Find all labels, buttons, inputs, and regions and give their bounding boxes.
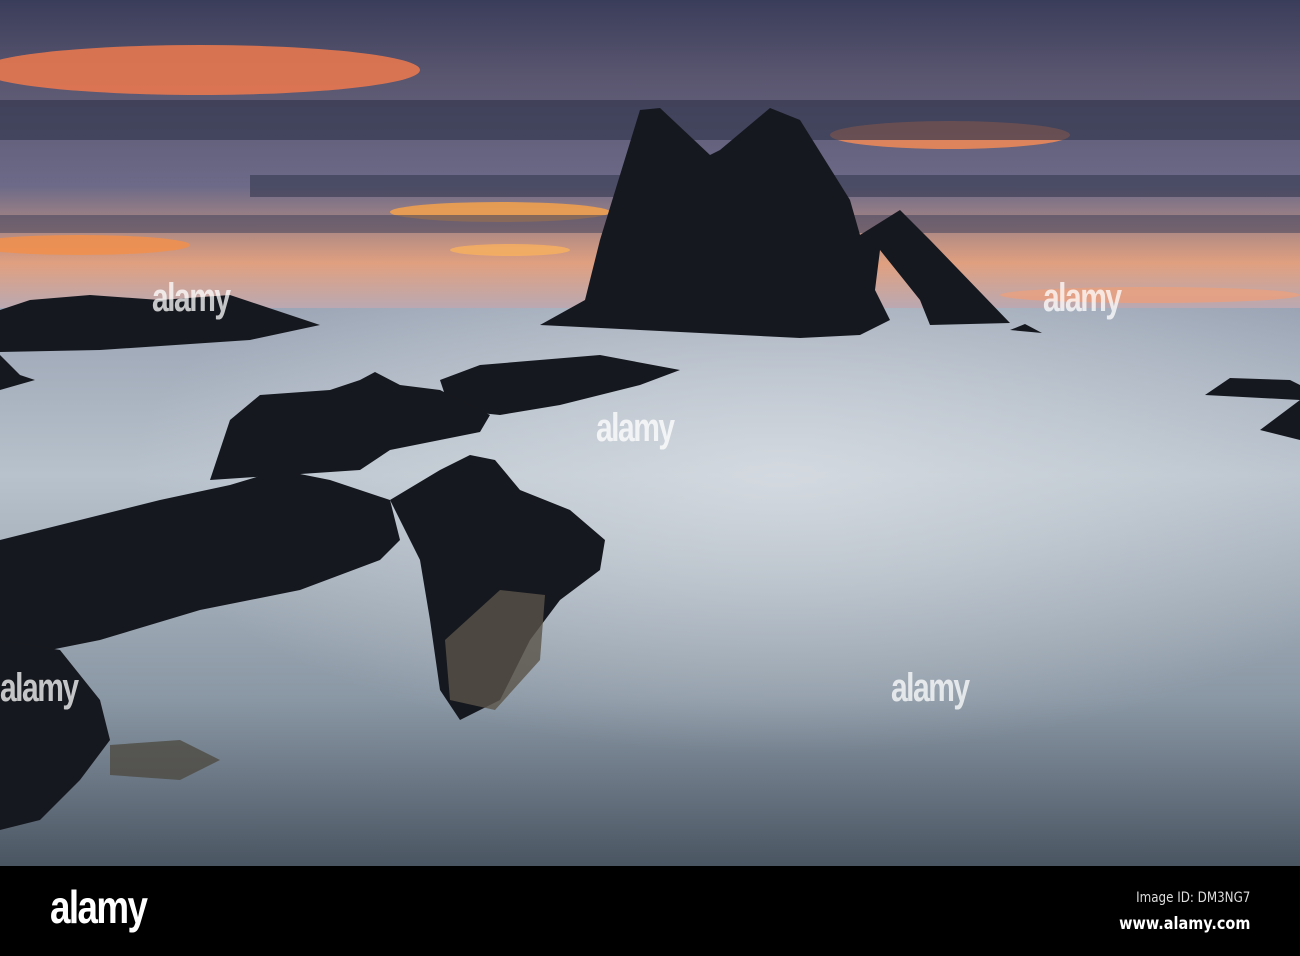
image-id: Image ID: DM3NG7 bbox=[1135, 890, 1250, 906]
alamy-logo: alamy bbox=[50, 881, 148, 933]
watermark: alamy bbox=[0, 666, 79, 710]
watermark: alamy bbox=[1043, 276, 1122, 320]
site-url: www.alamy.com bbox=[1118, 914, 1250, 934]
watermark: alamy bbox=[596, 406, 675, 450]
watermark: alamy bbox=[891, 666, 970, 710]
footer-bar: alamy Image ID: DM3NG7 www.alamy.com bbox=[0, 866, 1300, 956]
watermark: alamy bbox=[152, 276, 231, 320]
stock-photo: alamy alamy alamy alamy alamy alamy Imag… bbox=[0, 0, 1300, 956]
